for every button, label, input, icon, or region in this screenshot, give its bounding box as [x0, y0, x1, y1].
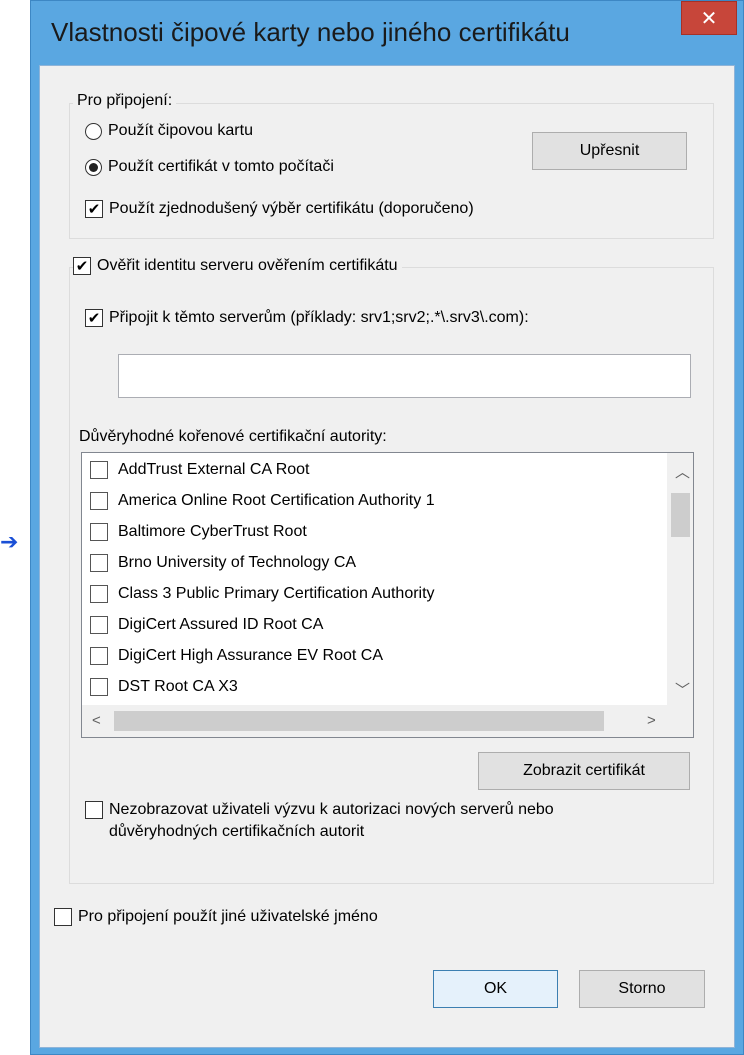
trusted-root-checkbox[interactable]	[90, 554, 108, 572]
other-user-checkbox[interactable]	[54, 908, 72, 926]
trusted-root-label: Class 3 Public Primary Certification Aut…	[118, 585, 435, 602]
ok-button[interactable]: OK	[433, 970, 558, 1008]
horizontal-scroll-thumb[interactable]	[114, 711, 604, 731]
trusted-roots-label: Důvěryhodné kořenové certifikační autori…	[79, 428, 387, 445]
no-prompt-label-line2: důvěryhodných certifikačních autorit	[109, 823, 365, 840]
close-icon: ✕	[700, 7, 718, 30]
vertical-scroll-thumb[interactable]	[671, 493, 690, 537]
other-user-label: Pro připojení použít jiné uživatelské jm…	[78, 908, 378, 925]
verify-server-checkbox[interactable]: ✔	[73, 257, 91, 275]
other-user-option[interactable]: Pro připojení použít jiné uživatelské jm…	[54, 908, 378, 926]
scroll-corner	[667, 705, 693, 737]
connect-servers-checkbox[interactable]: ✔	[85, 309, 103, 327]
scroll-right-icon[interactable]: >	[647, 713, 656, 728]
trusted-root-item[interactable]: Class 3 Public Primary Certification Aut…	[82, 579, 435, 609]
trusted-root-item[interactable]: DigiCert Assured ID Root CA	[82, 610, 323, 640]
scroll-up-icon[interactable]: ︿	[675, 465, 690, 480]
use-smart-card-label: Použít čipovou kartu	[108, 122, 253, 139]
dialog-client-area: Pro připojení: Použít čipovou kartu Použ…	[39, 65, 735, 1048]
use-smart-card-radio[interactable]	[85, 122, 102, 140]
trusted-roots-list[interactable]: AddTrust External CA Root America Online …	[81, 452, 694, 738]
verify-server-label: Ověřit identitu serveru ověřením certifi…	[97, 257, 398, 274]
simple-selection-checkbox[interactable]: ✔	[85, 200, 103, 218]
connect-servers-option[interactable]: ✔ Připojit k těmto serverům (příklady: s…	[85, 309, 529, 327]
trusted-root-item[interactable]: Brno University of Technology CA	[82, 548, 356, 578]
no-prompt-label-line1: Nezobrazovat uživateli výzvu k autorizac…	[109, 801, 554, 818]
trusted-root-checkbox[interactable]	[90, 616, 108, 634]
trusted-root-checkbox[interactable]	[90, 678, 108, 696]
scroll-left-icon[interactable]: <	[92, 713, 101, 728]
advanced-button[interactable]: Upřesnit	[532, 132, 687, 170]
window-title: Vlastnosti čipové karty nebo jiného cert…	[51, 17, 570, 47]
trusted-root-checkbox[interactable]	[90, 461, 108, 479]
trusted-root-item[interactable]: DST Root CA X3	[82, 672, 238, 702]
trusted-root-item[interactable]: Baltimore CyberTrust Root	[82, 517, 307, 547]
simple-selection-label: Použít zjednodušený výběr certifikátu (d…	[109, 200, 474, 217]
trusted-root-label: Brno University of Technology CA	[118, 554, 357, 571]
close-button[interactable]: ✕	[681, 1, 737, 35]
horizontal-scrollbar[interactable]: < >	[82, 705, 667, 737]
servers-input[interactable]	[118, 354, 691, 398]
trusted-root-label: DST Root CA X3	[118, 678, 238, 695]
trusted-root-checkbox[interactable]	[90, 523, 108, 541]
trusted-root-checkbox[interactable]	[90, 492, 108, 510]
trusted-root-label: Baltimore CyberTrust Root	[118, 523, 307, 540]
title-bar[interactable]: Vlastnosti čipové karty nebo jiného cert…	[31, 1, 743, 65]
cancel-button[interactable]: Storno	[579, 970, 705, 1008]
trusted-root-item[interactable]: AddTrust External CA Root	[82, 455, 310, 485]
trusted-root-checkbox[interactable]	[90, 585, 108, 603]
view-certificate-button[interactable]: Zobrazit certifikát	[478, 752, 690, 790]
no-prompt-option[interactable]: Nezobrazovat uživateli výzvu k autorizac…	[85, 799, 554, 843]
simple-selection-option[interactable]: ✔ Použít zjednodušený výběr certifikátu …	[85, 200, 474, 218]
trusted-root-label: America Online Root Certification Author…	[118, 492, 435, 509]
trusted-root-item[interactable]: DigiCert High Assurance EV Root CA	[82, 641, 383, 671]
vertical-scrollbar[interactable]: ︿ ﹀	[667, 453, 693, 705]
verify-server-option[interactable]: ✔ Ověřit identitu serveru ověřením certi…	[73, 257, 402, 275]
no-prompt-checkbox[interactable]	[85, 801, 103, 819]
trusted-root-label: DigiCert High Assurance EV Root CA	[118, 647, 383, 664]
use-certificate-radio[interactable]	[85, 158, 102, 176]
connect-servers-label: Připojit k těmto serverům (příklady: srv…	[109, 309, 529, 326]
trusted-root-item[interactable]: America Online Root Certification Author…	[82, 486, 435, 516]
scroll-down-icon[interactable]: ﹀	[675, 683, 690, 698]
trusted-root-label: AddTrust External CA Root	[118, 461, 310, 478]
use-certificate-label: Použít certifikát v tomto počítači	[108, 158, 334, 175]
arrow-icon: ➔	[0, 529, 19, 554]
use-smart-card-option[interactable]: Použít čipovou kartu	[85, 122, 253, 140]
no-prompt-label: Nezobrazovat uživateli výzvu k autorizac…	[109, 799, 554, 843]
dialog-window: Vlastnosti čipové karty nebo jiného cert…	[30, 0, 744, 1055]
trusted-root-label: DigiCert Assured ID Root CA	[118, 616, 324, 633]
trusted-root-checkbox[interactable]	[90, 647, 108, 665]
connect-group-legend: Pro připojení:	[73, 92, 177, 110]
use-certificate-option[interactable]: Použít certifikát v tomto počítači	[85, 158, 334, 176]
